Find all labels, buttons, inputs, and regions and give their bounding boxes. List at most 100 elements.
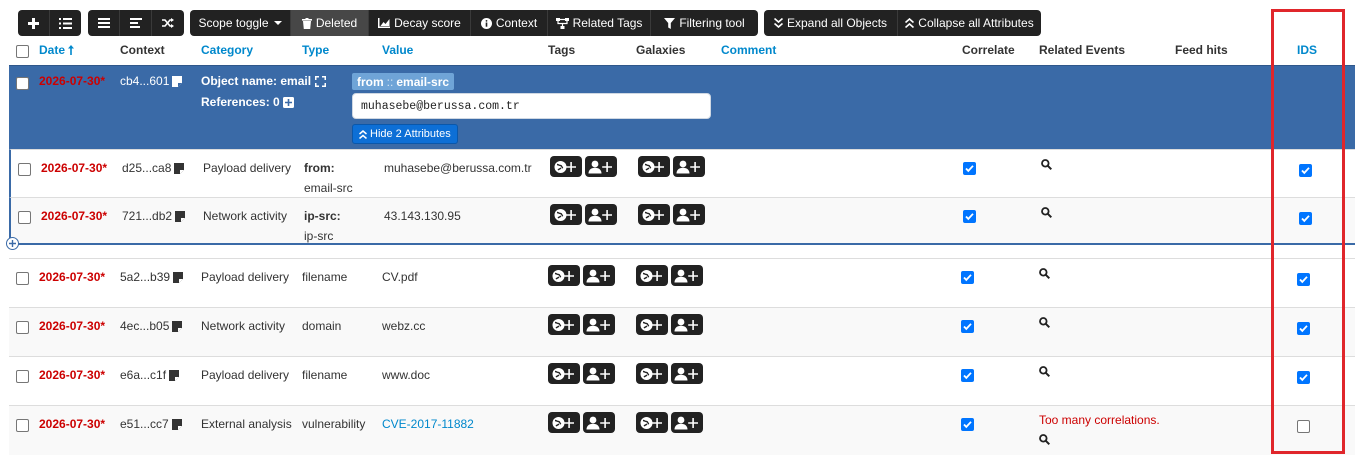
add-tag-globe-button[interactable] — [548, 265, 580, 286]
list-view-button[interactable] — [88, 10, 120, 36]
add-tag-globe-button[interactable] — [548, 363, 580, 384]
add-galaxy-globe-button[interactable] — [636, 363, 668, 384]
add-tag-globe-button[interactable] — [548, 314, 580, 335]
search-icon[interactable] — [1041, 207, 1052, 218]
header-ids[interactable]: IDS — [1297, 43, 1317, 57]
row-select-checkbox[interactable] — [18, 211, 31, 224]
copy-icon[interactable] — [172, 320, 183, 332]
add-button-group — [18, 10, 81, 36]
hide-attributes-label: Hide 2 Attributes — [370, 128, 451, 140]
attribute-context: e51...cc7 — [120, 417, 182, 431]
context-button[interactable]: Context — [471, 10, 548, 36]
shuffle-button[interactable] — [152, 10, 184, 36]
row-select-checkbox[interactable] — [16, 321, 29, 334]
correlate-checkbox[interactable] — [963, 162, 976, 175]
correlate-checkbox[interactable] — [961, 418, 974, 431]
search-icon[interactable] — [1041, 159, 1052, 170]
globe-plus-icon — [640, 367, 664, 381]
add-tag-globe-button[interactable] — [548, 412, 580, 433]
add-tag-globe-button[interactable] — [550, 156, 582, 177]
attribute-type: filename — [302, 270, 348, 284]
decay-score-button[interactable]: Decay score — [369, 10, 471, 36]
copy-icon[interactable] — [173, 271, 184, 283]
search-icon[interactable] — [1039, 317, 1050, 328]
object-select-checkbox[interactable] — [16, 77, 29, 90]
copy-icon[interactable] — [169, 369, 180, 381]
add-galaxy-local-button[interactable] — [673, 156, 705, 177]
ids-checkbox[interactable] — [1299, 164, 1312, 177]
ids-checkbox[interactable] — [1297, 371, 1310, 384]
row-select-checkbox[interactable] — [16, 370, 29, 383]
add-tag-globe-button[interactable] — [550, 204, 582, 225]
attribute-uuid: 4ec...b05 — [120, 319, 170, 333]
add-tag-local-button[interactable] — [583, 265, 615, 286]
add-object-button[interactable] — [50, 10, 81, 36]
header-type[interactable]: Type — [302, 43, 329, 57]
search-icon[interactable] — [1039, 434, 1050, 445]
row-select-checkbox[interactable] — [16, 419, 29, 432]
attribute-value[interactable]: CVE-2017-11882 — [382, 417, 474, 431]
expand-icon[interactable] — [315, 75, 327, 87]
user-plus-icon — [674, 269, 700, 283]
row-select-checkbox[interactable] — [16, 272, 29, 285]
align-left-button[interactable] — [120, 10, 152, 36]
attribute-category: Payload delivery — [203, 161, 292, 175]
attribute-date[interactable]: 2026-07-30* — [39, 368, 105, 382]
ids-checkbox[interactable] — [1297, 273, 1310, 286]
add-galaxy-globe-button[interactable] — [638, 204, 670, 225]
search-icon[interactable] — [1039, 366, 1050, 377]
shuffle-icon — [162, 18, 174, 28]
add-tag-local-button[interactable] — [583, 412, 615, 433]
add-galaxy-local-button[interactable] — [671, 314, 703, 335]
scope-toggle-button[interactable]: Scope toggle — [190, 10, 291, 36]
copy-icon[interactable] — [172, 75, 183, 87]
header-category[interactable]: Category — [201, 43, 253, 57]
attribute-date[interactable]: 2026-07-30* — [39, 270, 105, 284]
add-to-object-icon[interactable] — [6, 237, 19, 250]
header-comment[interactable]: Comment — [721, 43, 776, 57]
add-galaxy-local-button[interactable] — [671, 265, 703, 286]
correlate-checkbox[interactable] — [961, 320, 974, 333]
header-value[interactable]: Value — [382, 43, 413, 57]
add-tag-local-button[interactable] — [585, 204, 617, 225]
collapse-all-attributes-button[interactable]: Collapse all Attributes — [898, 10, 1041, 36]
expand-all-objects-button[interactable]: Expand all Objects — [764, 10, 898, 36]
add-galaxy-local-button[interactable] — [671, 363, 703, 384]
correlate-checkbox[interactable] — [963, 210, 976, 223]
ids-checkbox[interactable] — [1297, 322, 1310, 335]
copy-icon[interactable] — [175, 210, 186, 222]
add-tag-local-button[interactable] — [583, 363, 615, 384]
attribute-date[interactable]: 2026-07-30* — [39, 319, 105, 333]
row-select-checkbox[interactable] — [18, 163, 31, 176]
deleted-button[interactable]: Deleted — [291, 10, 369, 36]
copy-icon[interactable] — [171, 418, 182, 430]
filtering-tool-button[interactable]: Filtering tool — [651, 10, 758, 36]
attribute-date[interactable]: 2026-07-30* — [39, 417, 105, 431]
add-galaxy-globe-button[interactable] — [636, 265, 668, 286]
add-tag-local-button[interactable] — [583, 314, 615, 335]
attribute-value: 43.143.130.95 — [384, 209, 461, 223]
add-galaxy-local-button[interactable] — [673, 204, 705, 225]
add-galaxy-local-button[interactable] — [671, 412, 703, 433]
object-date: 2026-07-30* — [39, 74, 106, 88]
add-galaxy-globe-button[interactable] — [636, 412, 668, 433]
select-all-checkbox[interactable] — [16, 45, 29, 58]
globe-plus-icon — [552, 416, 576, 430]
attribute-date[interactable]: 2026-07-30* — [41, 161, 107, 175]
related-tags-button[interactable]: Related Tags — [548, 10, 651, 36]
add-galaxy-globe-button[interactable] — [638, 156, 670, 177]
correlate-checkbox[interactable] — [961, 271, 974, 284]
ids-checkbox[interactable] — [1299, 212, 1312, 225]
ids-checkbox[interactable] — [1297, 420, 1310, 433]
correlate-checkbox[interactable] — [961, 369, 974, 382]
add-tag-local-button[interactable] — [585, 156, 617, 177]
hide-attributes-button[interactable]: Hide 2 Attributes — [352, 124, 458, 144]
copy-icon[interactable] — [174, 162, 185, 174]
add-reference-icon[interactable] — [282, 96, 294, 108]
search-icon[interactable] — [1039, 268, 1050, 279]
user-plus-icon — [588, 208, 614, 222]
attribute-date[interactable]: 2026-07-30* — [41, 209, 107, 223]
add-galaxy-globe-button[interactable] — [636, 314, 668, 335]
header-date[interactable]: Date — [39, 43, 75, 57]
add-attribute-button[interactable] — [18, 10, 50, 36]
